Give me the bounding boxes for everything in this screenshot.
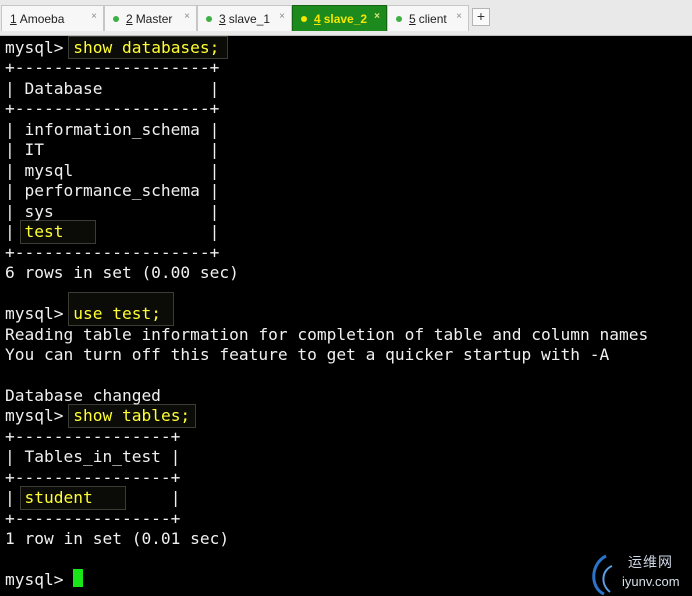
terminal-line: | Tables_in_test |: [5, 447, 181, 466]
connected-status-icon: [301, 15, 307, 22]
terminal-prompt-line: mysql>: [5, 570, 74, 589]
terminal-line: mysql> show tables;: [5, 406, 191, 425]
highlighted-value: student: [24, 488, 93, 507]
terminal-line: Database changed: [5, 386, 161, 405]
tab-amoeba[interactable]: 1 Amoeba ×: [1, 5, 104, 31]
terminal-line: +----------------+: [5, 427, 181, 446]
terminal-line: | sys |: [5, 202, 220, 221]
tab-number: 5: [409, 11, 416, 26]
tab-slave-1[interactable]: 3 slave_1 ×: [197, 5, 292, 31]
terminal-line: You can turn off this feature to get a q…: [5, 345, 610, 364]
tab-number: 4: [314, 11, 321, 26]
tab-label: slave_2: [323, 11, 368, 26]
command-text: show databases;: [73, 38, 220, 57]
close-icon[interactable]: ×: [374, 11, 380, 22]
highlighted-value: test: [24, 222, 64, 241]
tab-label: Amoeba: [19, 11, 65, 26]
terminal-line: mysql> show databases;: [5, 38, 220, 57]
tab-label: client: [418, 11, 447, 26]
tab-label: Master: [135, 11, 173, 26]
terminal-line: +----------------+: [5, 509, 181, 528]
terminal-line: | performance_schema |: [5, 181, 220, 200]
close-icon[interactable]: ×: [184, 11, 190, 22]
command-text: show tables;: [73, 406, 191, 425]
terminal-line: +--------------------+: [5, 99, 220, 118]
terminal-line: Reading table information for completion…: [5, 325, 649, 344]
connected-status-icon: [206, 15, 212, 22]
tab-slave-2[interactable]: 4 slave_2 ×: [292, 5, 387, 31]
close-icon[interactable]: ×: [91, 11, 97, 22]
connected-status-icon: [113, 15, 119, 22]
tab-client[interactable]: 5 client ×: [387, 5, 469, 31]
watermark-url: iyunv.com: [622, 574, 680, 589]
tab-master[interactable]: 2 Master ×: [104, 5, 197, 31]
terminal-line: | student |: [5, 488, 181, 507]
terminal-line: mysql> use test;: [5, 304, 161, 323]
terminal-cursor[interactable]: [73, 569, 83, 587]
terminal-line: | information_schema |: [5, 120, 220, 139]
terminal-line: +--------------------+: [5, 58, 220, 77]
terminal-line: | IT |: [5, 140, 220, 159]
tab-number: 2: [126, 11, 133, 26]
terminal-line: | test |: [5, 222, 220, 241]
tab-number: 1: [10, 11, 17, 26]
tab-number: 3: [219, 11, 226, 26]
terminal-output[interactable]: mysql> show databases; +----------------…: [0, 36, 692, 596]
terminal-line: | Database |: [5, 79, 220, 98]
connected-status-icon: [396, 15, 402, 22]
terminal-line: 1 row in set (0.01 sec): [5, 529, 230, 548]
watermark-text: 运维网: [628, 555, 673, 571]
tab-label: slave_1: [228, 11, 271, 26]
new-tab-button[interactable]: +: [472, 8, 490, 26]
terminal-line: +--------------------+: [5, 243, 220, 262]
tab-bar: 1 Amoeba × 2 Master × 3 slave_1 × 4 slav…: [0, 0, 692, 36]
terminal-line: | mysql |: [5, 161, 220, 180]
command-text: use test;: [73, 304, 161, 323]
close-icon[interactable]: ×: [456, 11, 462, 22]
close-icon[interactable]: ×: [279, 11, 285, 22]
terminal-line: +----------------+: [5, 468, 181, 487]
terminal-line: 6 rows in set (0.00 sec): [5, 263, 239, 282]
